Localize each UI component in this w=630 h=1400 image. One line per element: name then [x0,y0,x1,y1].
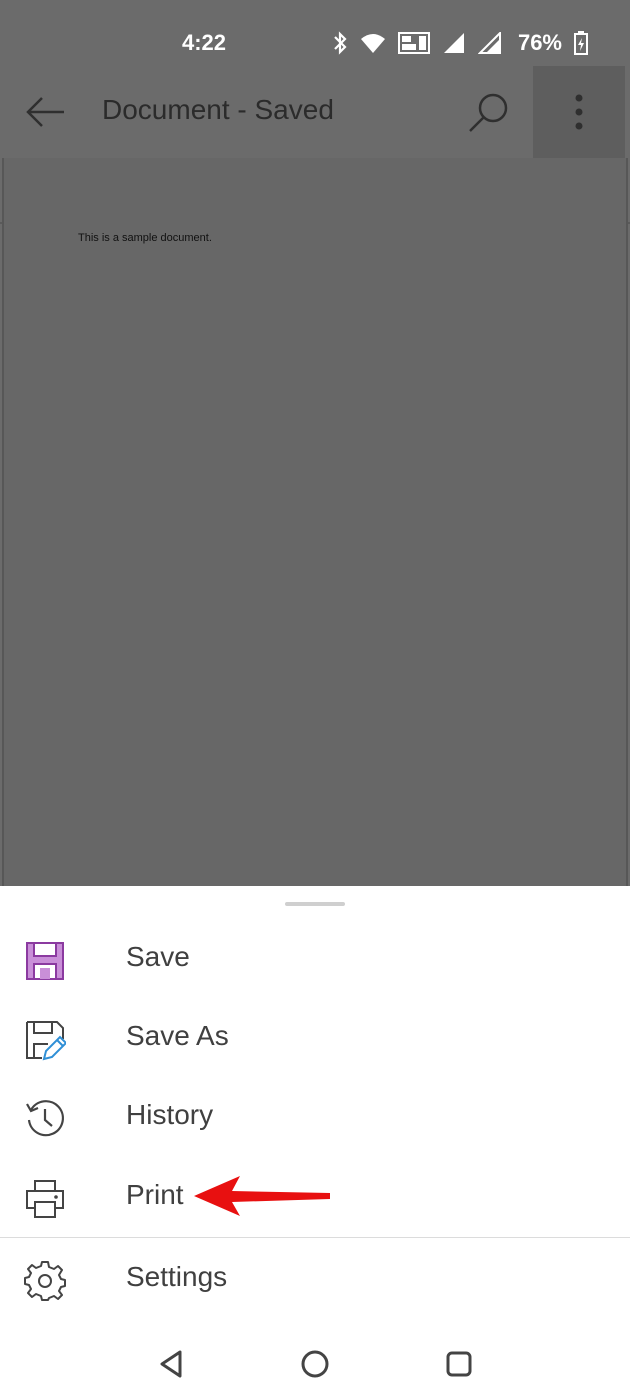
red-arrow-icon [194,1176,330,1216]
back-triangle-icon[interactable] [154,1346,190,1382]
wifi-icon [360,34,385,53]
history-icon [26,1100,64,1137]
document-page[interactable]: This is a sample document. [2,158,628,886]
volte-icon [397,32,430,54]
signal-icon [477,32,501,54]
signal-icon [443,33,464,53]
menu-item-settings[interactable]: Settings [0,1242,630,1318]
menu-item-save-as[interactable]: Save As [0,1001,630,1077]
search-button[interactable] [464,88,514,138]
menu-divider [0,1237,630,1238]
more-options-button[interactable] [533,66,625,158]
back-button[interactable] [22,88,70,136]
dimmed-overlay[interactable]: 4:22 76% Document - Saved This is a samp… [0,0,630,886]
menu-item-label: Save [126,941,190,972]
bottom-sheet-menu: Save Save As History Print Settings [0,886,630,1400]
status-time: 4:22 [182,30,227,55]
search-icon [469,93,508,132]
print-icon [26,1180,64,1218]
save-as-icon [26,1021,66,1061]
menu-item-label: Save As [126,1020,229,1051]
recents-square-icon[interactable] [441,1346,477,1382]
menu-item-save[interactable]: Save [0,922,630,998]
menu-item-label: Settings [126,1261,228,1292]
system-nav-bar [0,1326,630,1400]
more-vertical-icon [575,94,583,130]
drag-handle[interactable] [285,902,345,906]
document-title: Document - Saved [102,94,334,125]
battery-icon [574,31,588,55]
back-arrow-icon [26,97,64,127]
bluetooth-icon [334,31,347,55]
document-text: This is a sample document. [78,232,212,244]
screen: 4:22 76% Document - Saved This is a samp… [0,0,630,1400]
app-bar: Document - Saved [0,66,630,224]
home-circle-icon[interactable] [297,1346,333,1382]
save-icon [26,942,64,980]
status-icons: 76% [332,28,588,58]
gear-icon [24,1261,66,1301]
menu-item-label: Print [126,1179,184,1210]
battery-percent: 76% [517,30,562,55]
menu-item-label: History [126,1099,214,1130]
menu-item-history[interactable]: History [0,1080,630,1156]
